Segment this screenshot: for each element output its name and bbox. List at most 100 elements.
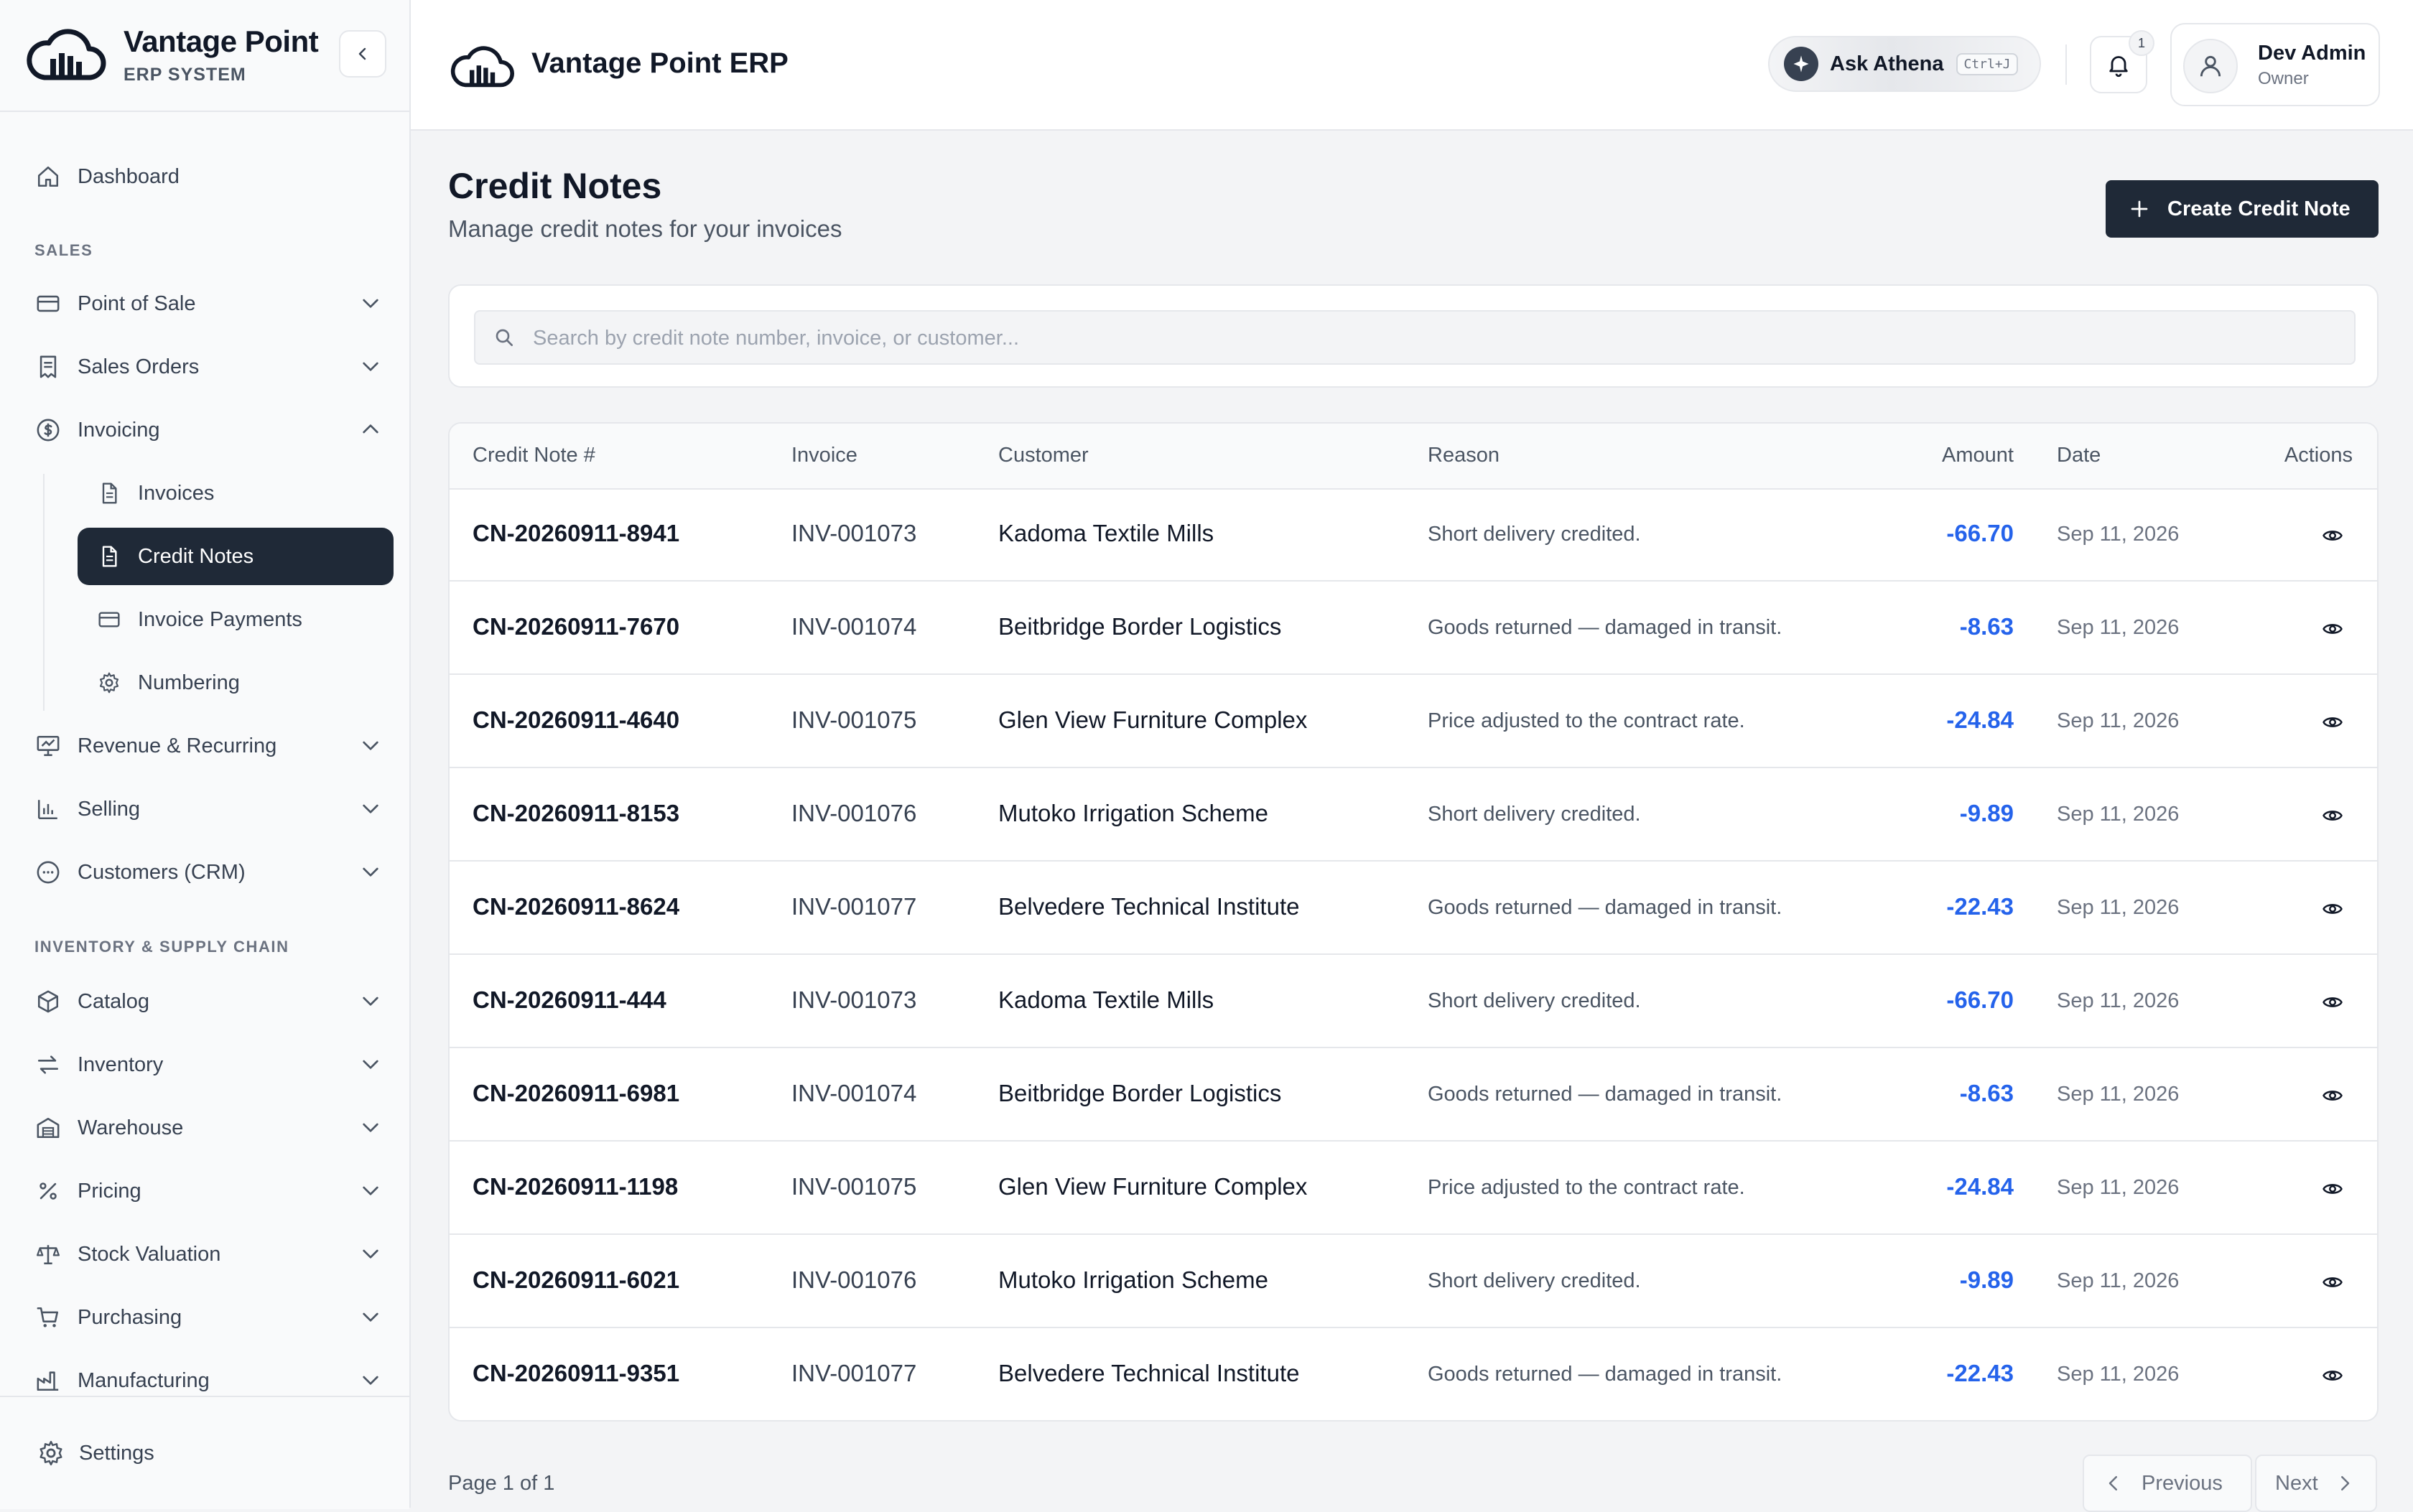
table-row[interactable]: CN-20260911-8941 INV-001073 Kadoma Textile… [450, 488, 2377, 582]
sidebar-subitem-invoice-payments[interactable]: Invoice Payments [78, 591, 394, 648]
customer-cell: Glen View Furniture Complex [998, 1173, 1308, 1200]
amount-cell: -8.63 [1959, 613, 2014, 640]
chevron-up-icon [359, 418, 382, 441]
table-row[interactable]: CN-20260911-444 INV-001073 Kadoma Textile … [450, 955, 2377, 1048]
sidebar-item-label: Catalog [78, 989, 149, 1013]
sidebar-subitem-credit-notes[interactable]: Credit Notes [78, 528, 394, 585]
previous-label: Previous [2142, 1471, 2223, 1495]
credit-note-number-cell: CN-20260911-7670 [473, 613, 680, 640]
top-bar: Vantage Point ERP Ask Athena Ctrl+J 1 De… [411, 0, 2413, 131]
sidebar-item-warehouse[interactable]: Warehouse [32, 1103, 394, 1153]
next-label: Next [2275, 1471, 2318, 1495]
column-header-credit-note[interactable]: Credit Note # [473, 444, 595, 467]
view-button[interactable] [2317, 1360, 2348, 1391]
reason-cell: Short delivery credited. [1428, 803, 1641, 826]
sidebar-item-selling[interactable]: Selling [32, 784, 394, 834]
sidebar-item-dashboard[interactable]: Dashboard [32, 151, 394, 202]
view-button[interactable] [2317, 613, 2348, 645]
next-page-button[interactable]: Next [2255, 1455, 2377, 1512]
column-header-date[interactable]: Date [2057, 444, 2101, 467]
column-header-invoice[interactable]: Invoice [791, 444, 857, 467]
sidebar-item-stock-valuation[interactable]: Stock Valuation [32, 1229, 394, 1279]
sidebar-item-invoicing[interactable]: Invoicing [32, 405, 394, 455]
sidebar-subitem-numbering[interactable]: Numbering [78, 654, 394, 711]
date-cell: Sep 11, 2026 [2057, 803, 2180, 826]
ask-athena-button[interactable]: Ask Athena Ctrl+J [1768, 36, 2041, 92]
table-row[interactable]: CN-20260911-1198 INV-001075 Glen View Furn… [450, 1142, 2377, 1235]
view-button[interactable] [2317, 893, 2348, 925]
shopping-cart-icon [33, 1302, 63, 1333]
invoice-number-cell: INV-001075 [791, 706, 917, 733]
eye-icon [2322, 1271, 2343, 1293]
column-header-amount[interactable]: Amount [1942, 444, 2014, 467]
date-cell: Sep 11, 2026 [2057, 709, 2180, 732]
section-label-inventory: INVENTORY & SUPPLY CHAIN [34, 938, 289, 956]
table-row[interactable]: CN-20260911-8624 INV-001077 Belvedere Tech… [450, 862, 2377, 955]
table-row[interactable]: CN-20260911-6981 INV-001074 Beitbridge Bor… [450, 1048, 2377, 1142]
customer-cell: Belvedere Technical Institute [998, 1360, 1300, 1386]
percent-icon [33, 1176, 63, 1206]
chevron-down-icon [359, 989, 382, 1012]
chevron-down-icon [359, 355, 382, 378]
table-row[interactable]: CN-20260911-9351 INV-001077 Belvedere Tech… [450, 1328, 2377, 1420]
sidebar-divider [0, 111, 409, 112]
view-button[interactable] [2317, 800, 2348, 831]
sidebar-subitem-invoices[interactable]: Invoices [78, 465, 394, 522]
sidebar-footer: Settings [0, 1396, 409, 1509]
search-input[interactable] [531, 312, 2330, 365]
sidebar-item-sales-orders[interactable]: Sales Orders [32, 342, 394, 392]
sidebar-item-pricing[interactable]: Pricing [32, 1166, 394, 1216]
notifications-button[interactable]: 1 [2090, 30, 2154, 93]
sidebar-item-customers-crm[interactable]: Customers (CRM) [32, 847, 394, 897]
reason-cell: Goods returned — damaged in transit. [1428, 1083, 1782, 1106]
dollar-circle-icon [33, 415, 63, 445]
sidebar-item-label: Point of Sale [78, 291, 196, 315]
create-credit-note-label: Create Credit Note [2167, 197, 2351, 220]
sidebar-item-label: Purchasing [78, 1305, 182, 1329]
invoice-number-cell: INV-001075 [791, 1173, 917, 1200]
previous-page-button[interactable]: Previous [2083, 1455, 2252, 1512]
credit-note-number-cell: CN-20260911-4640 [473, 706, 680, 733]
bell-icon [2106, 52, 2131, 78]
eye-icon [2322, 1365, 2343, 1386]
amount-cell: -22.43 [1946, 893, 2014, 920]
date-cell: Sep 11, 2026 [2057, 1083, 2180, 1106]
ask-athena-label: Ask Athena [1830, 52, 1944, 75]
user-menu[interactable]: Dev Admin Owner [2170, 23, 2380, 106]
collapse-sidebar-button[interactable] [339, 30, 386, 78]
credit-note-number-cell: CN-20260911-8624 [473, 893, 680, 920]
sidebar-item-point-of-sale[interactable]: Point of Sale [32, 279, 394, 329]
sidebar-item-inventory[interactable]: Inventory [32, 1040, 394, 1090]
user-name: Dev Admin [2258, 42, 2366, 65]
view-button[interactable] [2317, 986, 2348, 1018]
create-credit-note-button[interactable]: Create Credit Note [2106, 180, 2379, 238]
sidebar-item-label: Stock Valuation [78, 1242, 221, 1266]
chevron-down-icon [359, 1305, 382, 1328]
table-row[interactable]: CN-20260911-8153 INV-001076 Mutoko Irrigat… [450, 768, 2377, 862]
table-row[interactable]: CN-20260911-4640 INV-001075 Glen View Furn… [450, 675, 2377, 768]
sidebar-item-purchasing[interactable]: Purchasing [32, 1292, 394, 1343]
date-cell: Sep 11, 2026 [2057, 1176, 2180, 1199]
view-button[interactable] [2317, 1080, 2348, 1111]
view-button[interactable] [2317, 1266, 2348, 1298]
column-header-reason[interactable]: Reason [1428, 444, 1500, 467]
sidebar-item-label: Sales Orders [78, 355, 200, 378]
table-row[interactable]: CN-20260911-6021 INV-001076 Mutoko Irrigat… [450, 1235, 2377, 1328]
sidebar-item-revenue-recurring[interactable]: Revenue & Recurring [32, 721, 394, 771]
sidebar-item-label: Selling [78, 797, 141, 821]
search-box[interactable] [474, 310, 2356, 365]
view-button[interactable] [2317, 1173, 2348, 1205]
column-header-customer[interactable]: Customer [998, 444, 1089, 467]
table-row[interactable]: CN-20260911-7670 INV-001074 Beitbridge Bor… [450, 582, 2377, 675]
sidebar-item-catalog[interactable]: Catalog [32, 976, 394, 1027]
amount-cell: -22.43 [1946, 1360, 2014, 1386]
sidebar-subitem-label: Invoices [138, 481, 215, 505]
invoice-number-cell: INV-001076 [791, 800, 917, 826]
view-button[interactable] [2317, 520, 2348, 551]
cloud-buildings-icon [447, 40, 516, 92]
credit-note-number-cell: CN-20260911-6021 [473, 1266, 680, 1293]
view-button[interactable] [2317, 706, 2348, 738]
sidebar-item-settings[interactable]: Settings [37, 1433, 154, 1473]
amount-cell: -66.70 [1946, 986, 2014, 1013]
plus-icon [2129, 198, 2150, 220]
